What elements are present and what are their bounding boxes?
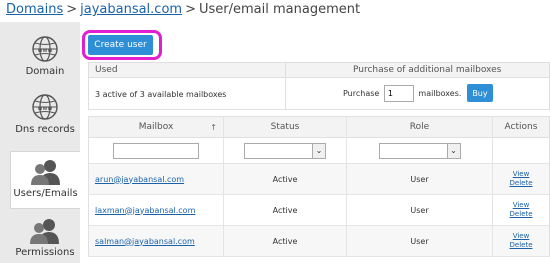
purchase-header: Purchase of additional mailboxes	[353, 65, 502, 75]
breadcrumb-link-domains[interactable]: Domains	[6, 2, 63, 17]
status-cell: Active	[223, 226, 346, 256]
table-row: salman@jayabansal.com Active User View D…	[88, 226, 550, 257]
role-cell: User	[346, 195, 492, 225]
mailbox-link[interactable]: laxman@jayabansal.com	[95, 206, 195, 215]
column-header-mailbox[interactable]: Mailbox ↑	[89, 117, 223, 137]
role-cell: User	[346, 226, 492, 256]
sidebar-item-dns-records[interactable]: www Dns records	[10, 92, 80, 144]
breadcrumb-separator: >	[66, 2, 78, 17]
actions-cell: View Delete	[492, 195, 549, 225]
actions-cell: View Delete	[492, 164, 549, 194]
mailbox-table: Mailbox ↑ Status Role Actions ⌄ ⌄ arun@j…	[88, 116, 550, 257]
mailboxes-label: mailboxes.	[418, 88, 462, 98]
mailbox-cell: salman@jayabansal.com	[89, 226, 223, 256]
page-title: User/email management	[198, 2, 361, 17]
view-link[interactable]: View	[513, 170, 530, 179]
sidebar-item-label: Dns records	[15, 124, 75, 135]
role-cell: User	[346, 164, 492, 194]
role-filter-cell: ⌄	[346, 138, 492, 163]
globe-icon: www	[32, 94, 58, 120]
column-label: Actions	[504, 122, 538, 132]
status-filter-select[interactable]: ⌄	[244, 142, 326, 159]
actions-cell: View Delete	[492, 226, 549, 256]
delete-link[interactable]: Delete	[510, 241, 533, 250]
users-icon	[30, 219, 59, 244]
row-actions: View Delete	[510, 201, 533, 219]
column-label: Mailbox	[138, 122, 174, 132]
sort-ascending-icon[interactable]: ↑	[210, 123, 217, 132]
chevron-down-icon: ⌄	[446, 143, 460, 158]
purchase-label: Purchase	[343, 88, 380, 98]
mailbox-filter-input[interactable]	[113, 142, 199, 159]
table-row: arun@jayabansal.com Active User View Del…	[88, 164, 550, 195]
sidebar-item-users-emails[interactable]: Users/Emails	[10, 151, 80, 209]
sidebar-item-label: Domain	[25, 66, 65, 77]
column-label: Status	[270, 122, 300, 132]
purchase-form: Purchase mailboxes. Buy	[343, 84, 493, 102]
quantity-input[interactable]	[383, 84, 414, 102]
breadcrumb: Domains > jayabansal.com > User/email manage…	[6, 2, 360, 17]
mailbox-filter-cell	[89, 138, 223, 163]
column-label: Role	[409, 122, 430, 132]
globe-icon: www	[32, 36, 58, 62]
view-link[interactable]: View	[513, 201, 530, 210]
mailbox-link[interactable]: salman@jayabansal.com	[95, 237, 195, 246]
status-filter-cell: ⌄	[223, 138, 346, 163]
mailbox-cell: laxman@jayabansal.com	[89, 195, 223, 225]
mailbox-usage-panel: Used Purchase of additional mailboxes 3 …	[88, 62, 550, 110]
delete-link[interactable]: Delete	[510, 210, 533, 219]
table-header: Mailbox ↑ Status Role Actions	[88, 116, 550, 138]
main-content: Create user Used Purchase of additional …	[82, 22, 550, 263]
breadcrumb-separator: >	[185, 2, 196, 17]
used-text: 3 active of 3 available mailboxes	[95, 90, 227, 99]
view-link[interactable]: View	[513, 232, 530, 241]
status-cell: Active	[223, 195, 346, 225]
buy-button[interactable]: Buy	[466, 84, 493, 102]
column-header-role[interactable]: Role	[346, 117, 492, 137]
actions-filter-cell	[492, 138, 549, 163]
create-user-button[interactable]: Create user	[88, 35, 153, 55]
sidebar: www Domain www Dns records Users/Emails …	[0, 22, 80, 263]
column-header-status[interactable]: Status	[223, 117, 346, 137]
table-row: laxman@jayabansal.com Active User View D…	[88, 195, 550, 226]
filter-row: ⌄ ⌄	[88, 138, 550, 164]
chevron-down-icon: ⌄	[312, 143, 325, 158]
column-header-actions: Actions	[492, 117, 549, 137]
delete-link[interactable]: Delete	[510, 179, 533, 188]
row-actions: View Delete	[510, 232, 533, 250]
breadcrumb-link-domain[interactable]: jayabansal.com	[80, 2, 182, 17]
sidebar-item-label: Users/Emails	[13, 188, 78, 199]
mailbox-cell: arun@jayabansal.com	[89, 164, 223, 194]
sidebar-item-permissions[interactable]: Permissions	[10, 217, 80, 263]
svg-text:www: www	[38, 47, 53, 54]
users-icon	[30, 160, 60, 185]
used-header: Used	[95, 65, 118, 75]
sidebar-item-label: Permissions	[15, 247, 75, 258]
row-actions: View Delete	[510, 170, 533, 188]
usage-header: Used Purchase of additional mailboxes	[89, 63, 549, 78]
mailbox-link[interactable]: arun@jayabansal.com	[95, 175, 184, 184]
status-cell: Active	[223, 164, 346, 194]
sidebar-item-domain[interactable]: www Domain	[10, 34, 80, 84]
svg-text:www: www	[38, 105, 53, 112]
role-filter-select[interactable]: ⌄	[378, 142, 461, 159]
usage-divider	[285, 63, 286, 109]
